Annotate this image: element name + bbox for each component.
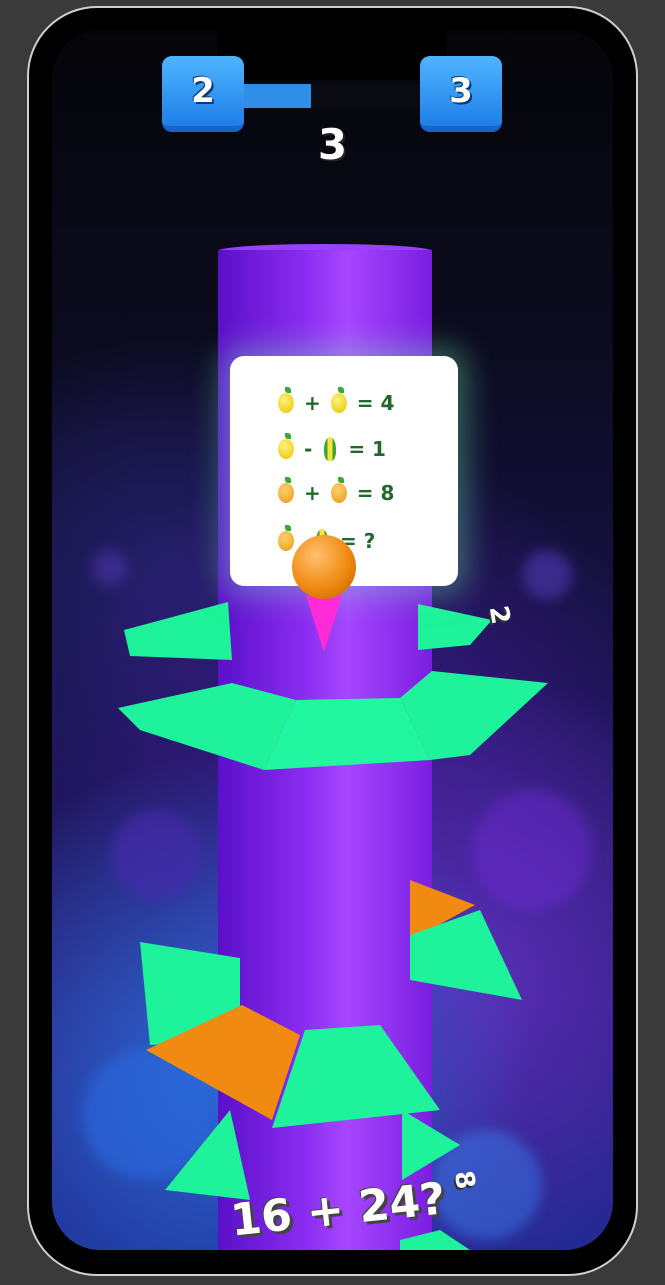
orange-icon xyxy=(330,477,347,503)
platform-segment xyxy=(402,1110,460,1180)
platform-segment xyxy=(418,604,492,650)
lemon-icon xyxy=(278,433,294,459)
operator: + xyxy=(304,481,321,505)
platform-segment xyxy=(400,1230,470,1250)
equation-row: - = 1 xyxy=(274,433,392,464)
orange-icon xyxy=(278,525,294,551)
lemon-icon xyxy=(278,387,294,413)
ball-trail xyxy=(306,596,342,652)
corn-icon xyxy=(324,437,337,461)
player-ball xyxy=(292,535,356,599)
equation-row: + = 8 xyxy=(274,477,400,508)
equation-result: = 8 xyxy=(356,481,395,505)
equation-row: + = 4 xyxy=(274,387,400,418)
equation-result: = 4 xyxy=(356,391,395,415)
operator: - xyxy=(304,437,313,461)
platform-segment xyxy=(165,1110,250,1200)
lemon-icon xyxy=(330,387,347,413)
platform-segment xyxy=(124,602,232,660)
platform-segment xyxy=(118,683,296,770)
orange-icon xyxy=(278,477,294,503)
equation-result: = 1 xyxy=(348,437,386,461)
operator: + xyxy=(304,391,321,415)
